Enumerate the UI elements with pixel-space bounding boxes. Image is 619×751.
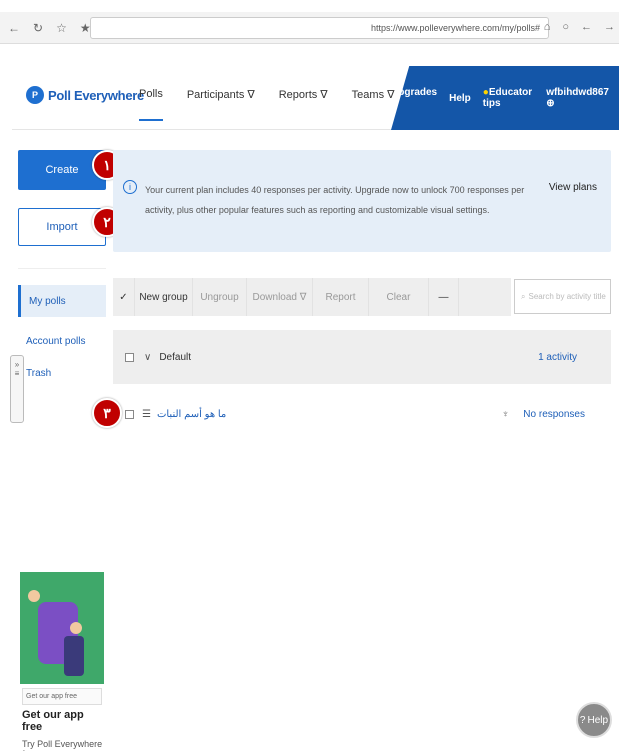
ungroup-button[interactable]: Ungroup: [193, 278, 247, 316]
back-icon[interactable]: ←: [8, 21, 20, 35]
educator-tips-link[interactable]: ●Educator tips: [483, 87, 534, 109]
address-bar[interactable]: https://www.polleverywhere.com/my/polls#: [90, 17, 549, 39]
search-placeholder: Search by activity title: [528, 292, 606, 301]
plan-banner: i Your current plan includes 40 response…: [113, 150, 611, 252]
sidebar-collapse-handle[interactable]: » ≡: [10, 355, 24, 423]
report-button[interactable]: Report: [313, 278, 369, 316]
banner-text: Your current plan includes 40 responses …: [145, 185, 525, 215]
download-button[interactable]: Download ∇: [247, 278, 313, 316]
logo-text: Poll Everywhere: [48, 87, 144, 103]
home-icon[interactable]: ⌂: [544, 21, 551, 33]
promo-illustration: [20, 572, 104, 684]
person-head-shape-2: [70, 622, 82, 634]
favorite-icon[interactable]: ☆: [56, 21, 67, 35]
person-body-shape: [64, 636, 84, 676]
clear-button[interactable]: Clear: [369, 278, 429, 316]
select-all-check-icon[interactable]: ✓: [113, 278, 135, 316]
info-icon: i: [123, 180, 137, 194]
user-circle-icon: ⊕: [546, 98, 555, 109]
poll-checkbox[interactable]: [125, 409, 134, 419]
browser-nav-icons: ← ↻ ☆ ★: [0, 21, 91, 35]
top-navigation: P Poll Everywhere Polls Participants ∇ R…: [12, 66, 619, 130]
sidebar-item-trash[interactable]: Trash: [18, 357, 106, 389]
logo[interactable]: P Poll Everywhere: [26, 86, 144, 104]
group-count: 1 activity: [538, 351, 577, 363]
person-head-shape: [28, 590, 40, 602]
app-promo[interactable]: Get our app free Get our app free Try Po…: [20, 572, 104, 751]
chevron-down-icon[interactable]: ∨: [144, 352, 151, 363]
poll-toolbar: ✓ New group Ungroup Download ∇ Report Cl…: [113, 278, 511, 316]
bookmark-icon[interactable]: ★: [80, 21, 91, 35]
browser-toolbar: ← ↻ ☆ ★ https://www.polleverywhere.com/m…: [0, 12, 619, 44]
view-plans-link[interactable]: View plans: [549, 182, 597, 193]
refresh-icon[interactable]: ↻: [33, 21, 43, 35]
new-group-button[interactable]: New group: [135, 278, 193, 316]
group-name: Default: [159, 351, 192, 363]
main-nav: Polls Participants ∇ Reports ∇ Teams ∇: [139, 88, 395, 121]
search-input[interactable]: ⌕ Search by activity title: [514, 279, 611, 314]
sidebar-item-account-polls[interactable]: Account polls: [18, 325, 106, 357]
arrow-right-icon[interactable]: →: [604, 21, 615, 33]
promo-title: Get our app free: [22, 709, 84, 733]
group-checkbox[interactable]: [125, 352, 134, 362]
user-menu[interactable]: wfbihdwd867 ⊕: [546, 87, 609, 109]
poll-status: No responses: [523, 408, 585, 420]
group-row-default[interactable]: ∨ Default 1 activity: [113, 330, 611, 384]
browser-right-icons: ⌂ ○ ← →: [544, 21, 615, 33]
help-button-label: Help: [587, 714, 609, 726]
arrow-left-icon[interactable]: ←: [581, 21, 592, 33]
poll-row[interactable]: ☰ ما هو أسم النبات ♆ No responses: [113, 396, 611, 432]
nav-polls[interactable]: Polls: [139, 88, 163, 121]
help-button[interactable]: ? Help: [576, 702, 612, 738]
sidebar-item-my-polls[interactable]: My polls: [18, 285, 106, 317]
sidebar: My polls Account polls Trash: [18, 268, 106, 389]
header-right-panel: Upgrades ∇ Help ●Educator tips wfbihdwd8…: [391, 66, 619, 130]
help-icon: ?: [579, 714, 586, 726]
nav-teams[interactable]: Teams ∇: [352, 88, 395, 121]
search-icon: ⌕: [521, 291, 526, 301]
poll-title[interactable]: ما هو أسم النبات: [157, 409, 226, 420]
help-link[interactable]: Help: [449, 93, 471, 104]
educator-tips-label: Educator tips: [482, 87, 533, 109]
nav-reports[interactable]: Reports ∇: [279, 88, 328, 121]
more-button[interactable]: —: [429, 278, 459, 316]
activity-icon[interactable]: ♆: [502, 409, 510, 420]
poll-type-icon: ☰: [142, 408, 151, 420]
username: wfbihdwd867: [546, 87, 609, 98]
nav-participants[interactable]: Participants ∇: [187, 88, 255, 121]
promo-tag: Get our app free: [22, 688, 102, 705]
promo-subtitle: Try Poll Everywhere for: [22, 739, 103, 751]
logo-mark-icon: P: [26, 86, 44, 104]
url-text: https://www.polleverywhere.com/my/polls#: [370, 23, 540, 33]
circle-icon[interactable]: ○: [562, 21, 569, 33]
upgrades-link[interactable]: Upgrades ∇: [391, 87, 437, 109]
